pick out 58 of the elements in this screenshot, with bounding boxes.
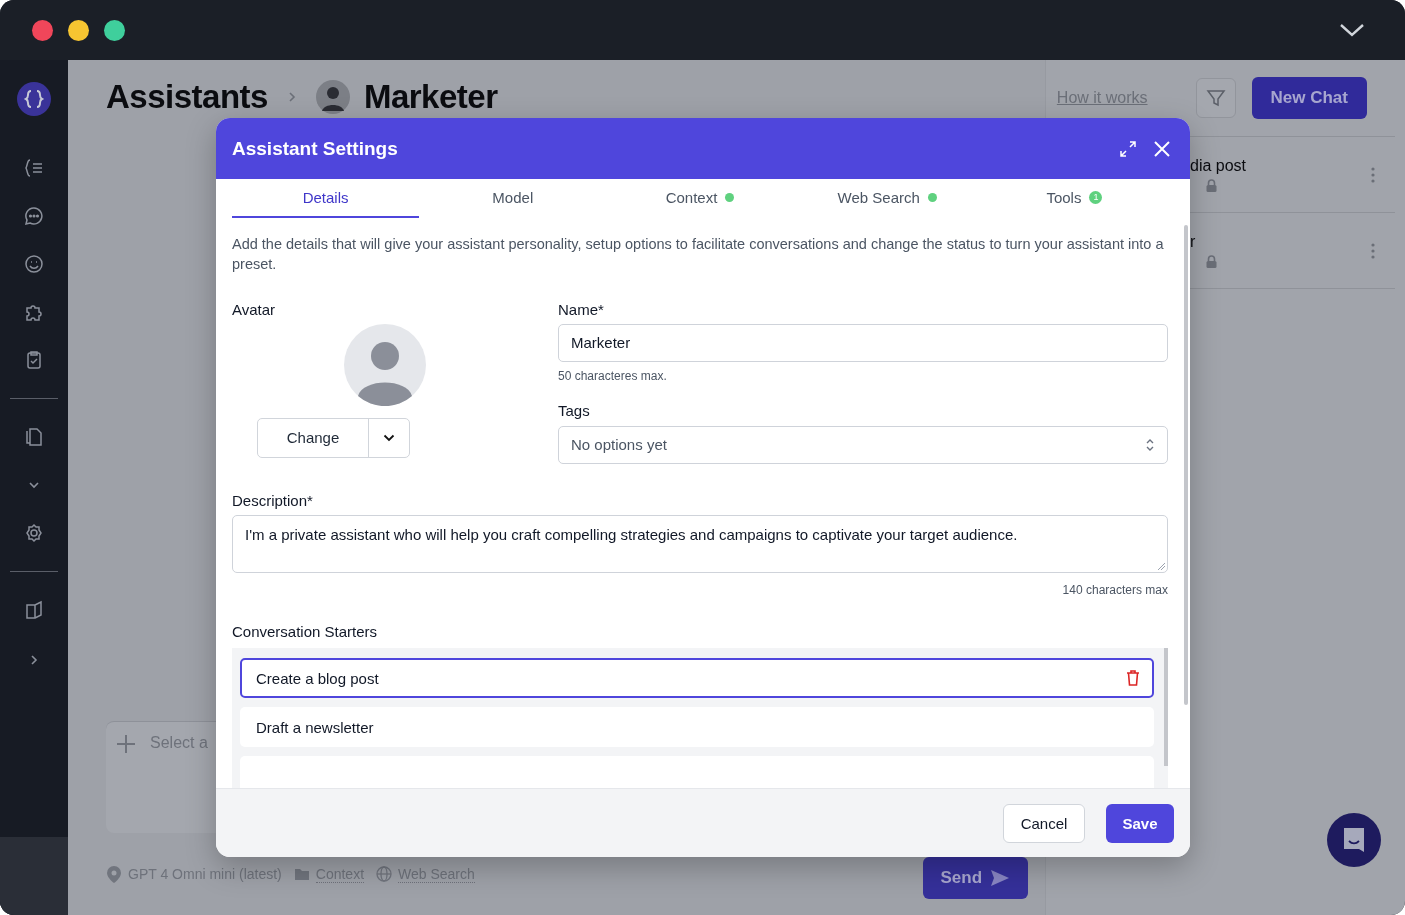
filter-icon: [1205, 88, 1226, 108]
new-chat-button[interactable]: New Chat: [1251, 77, 1367, 119]
maximize-window-button[interactable]: [104, 19, 125, 41]
description-field[interactable]: I'm a private assistant who will help you craft compelling strategies and campaigns to captivate your target audience.: [232, 514, 1168, 573]
status-dot: [725, 192, 735, 202]
tags-select[interactable]: No options yet: [558, 425, 1168, 464]
hint-text: 50 characteres max.: [558, 368, 668, 383]
files-icon[interactable]: [24, 427, 44, 447]
globe-icon: [376, 866, 393, 882]
resize-grip-icon: [1158, 563, 1165, 570]
dialog-title: Assistant Settings: [232, 137, 399, 160]
status-dot: [927, 192, 937, 202]
starter-field[interactable]: Draft a newsletter: [240, 707, 1154, 747]
cancel-button[interactable]: Cancel: [1003, 803, 1085, 843]
field-label: Tags: [558, 401, 591, 419]
name-field[interactable]: Marketer: [558, 323, 1168, 362]
plus-icon: [116, 734, 136, 754]
starter-field[interactable]: Create a blog post: [240, 658, 1154, 698]
caret-icon: [383, 433, 395, 442]
count-badge: 1: [1089, 190, 1103, 204]
expand-icon[interactable]: [1120, 140, 1136, 157]
field-label: Avatar: [232, 300, 276, 318]
chat-icon[interactable]: [24, 206, 44, 226]
hint-text: 140 characters max: [1062, 583, 1168, 597]
chevron-down-icon[interactable]: [1339, 22, 1365, 38]
field-label: Conversation Starters: [232, 623, 379, 640]
puzzle-icon[interactable]: [24, 302, 44, 322]
tab[interactable]: Details: [232, 179, 420, 218]
close-icon[interactable]: [1154, 140, 1170, 157]
field-label: Description*: [232, 491, 314, 509]
smiley-icon[interactable]: [24, 254, 44, 274]
tab[interactable]: Model: [419, 179, 607, 218]
panel-icon[interactable]: [24, 600, 44, 620]
folder-icon: [293, 867, 310, 881]
send-button[interactable]: Send: [922, 857, 1028, 899]
save-button[interactable]: Save: [1106, 803, 1174, 843]
avatar-icon: [344, 323, 426, 406]
chat-support-button[interactable]: [1327, 813, 1381, 867]
send-icon: [990, 869, 1011, 887]
change-avatar-button[interactable]: Change: [257, 417, 410, 458]
trash-icon[interactable]: [1126, 670, 1140, 686]
assistant-name: Marketer: [363, 78, 498, 116]
list-icon[interactable]: [24, 158, 44, 178]
tab[interactable]: Web Search: [793, 179, 981, 218]
avatar-icon: [315, 80, 350, 114]
clipboard-check-icon[interactable]: [24, 350, 44, 370]
settings-icon[interactable]: [24, 523, 44, 543]
tab[interactable]: Context: [606, 179, 794, 218]
logo-icon[interactable]: [17, 82, 51, 116]
page-title[interactable]: Assistants: [106, 78, 268, 116]
pin-icon: [106, 865, 122, 883]
minimize-window-button[interactable]: [68, 19, 89, 41]
close-window-button[interactable]: [32, 19, 53, 41]
field-label: Name*: [558, 300, 605, 318]
chevron-right-icon: [287, 91, 296, 103]
empty-starter-field[interactable]: [240, 756, 1154, 788]
chevron-down-icon[interactable]: [28, 481, 40, 489]
chevron-right-icon[interactable]: [30, 654, 38, 666]
